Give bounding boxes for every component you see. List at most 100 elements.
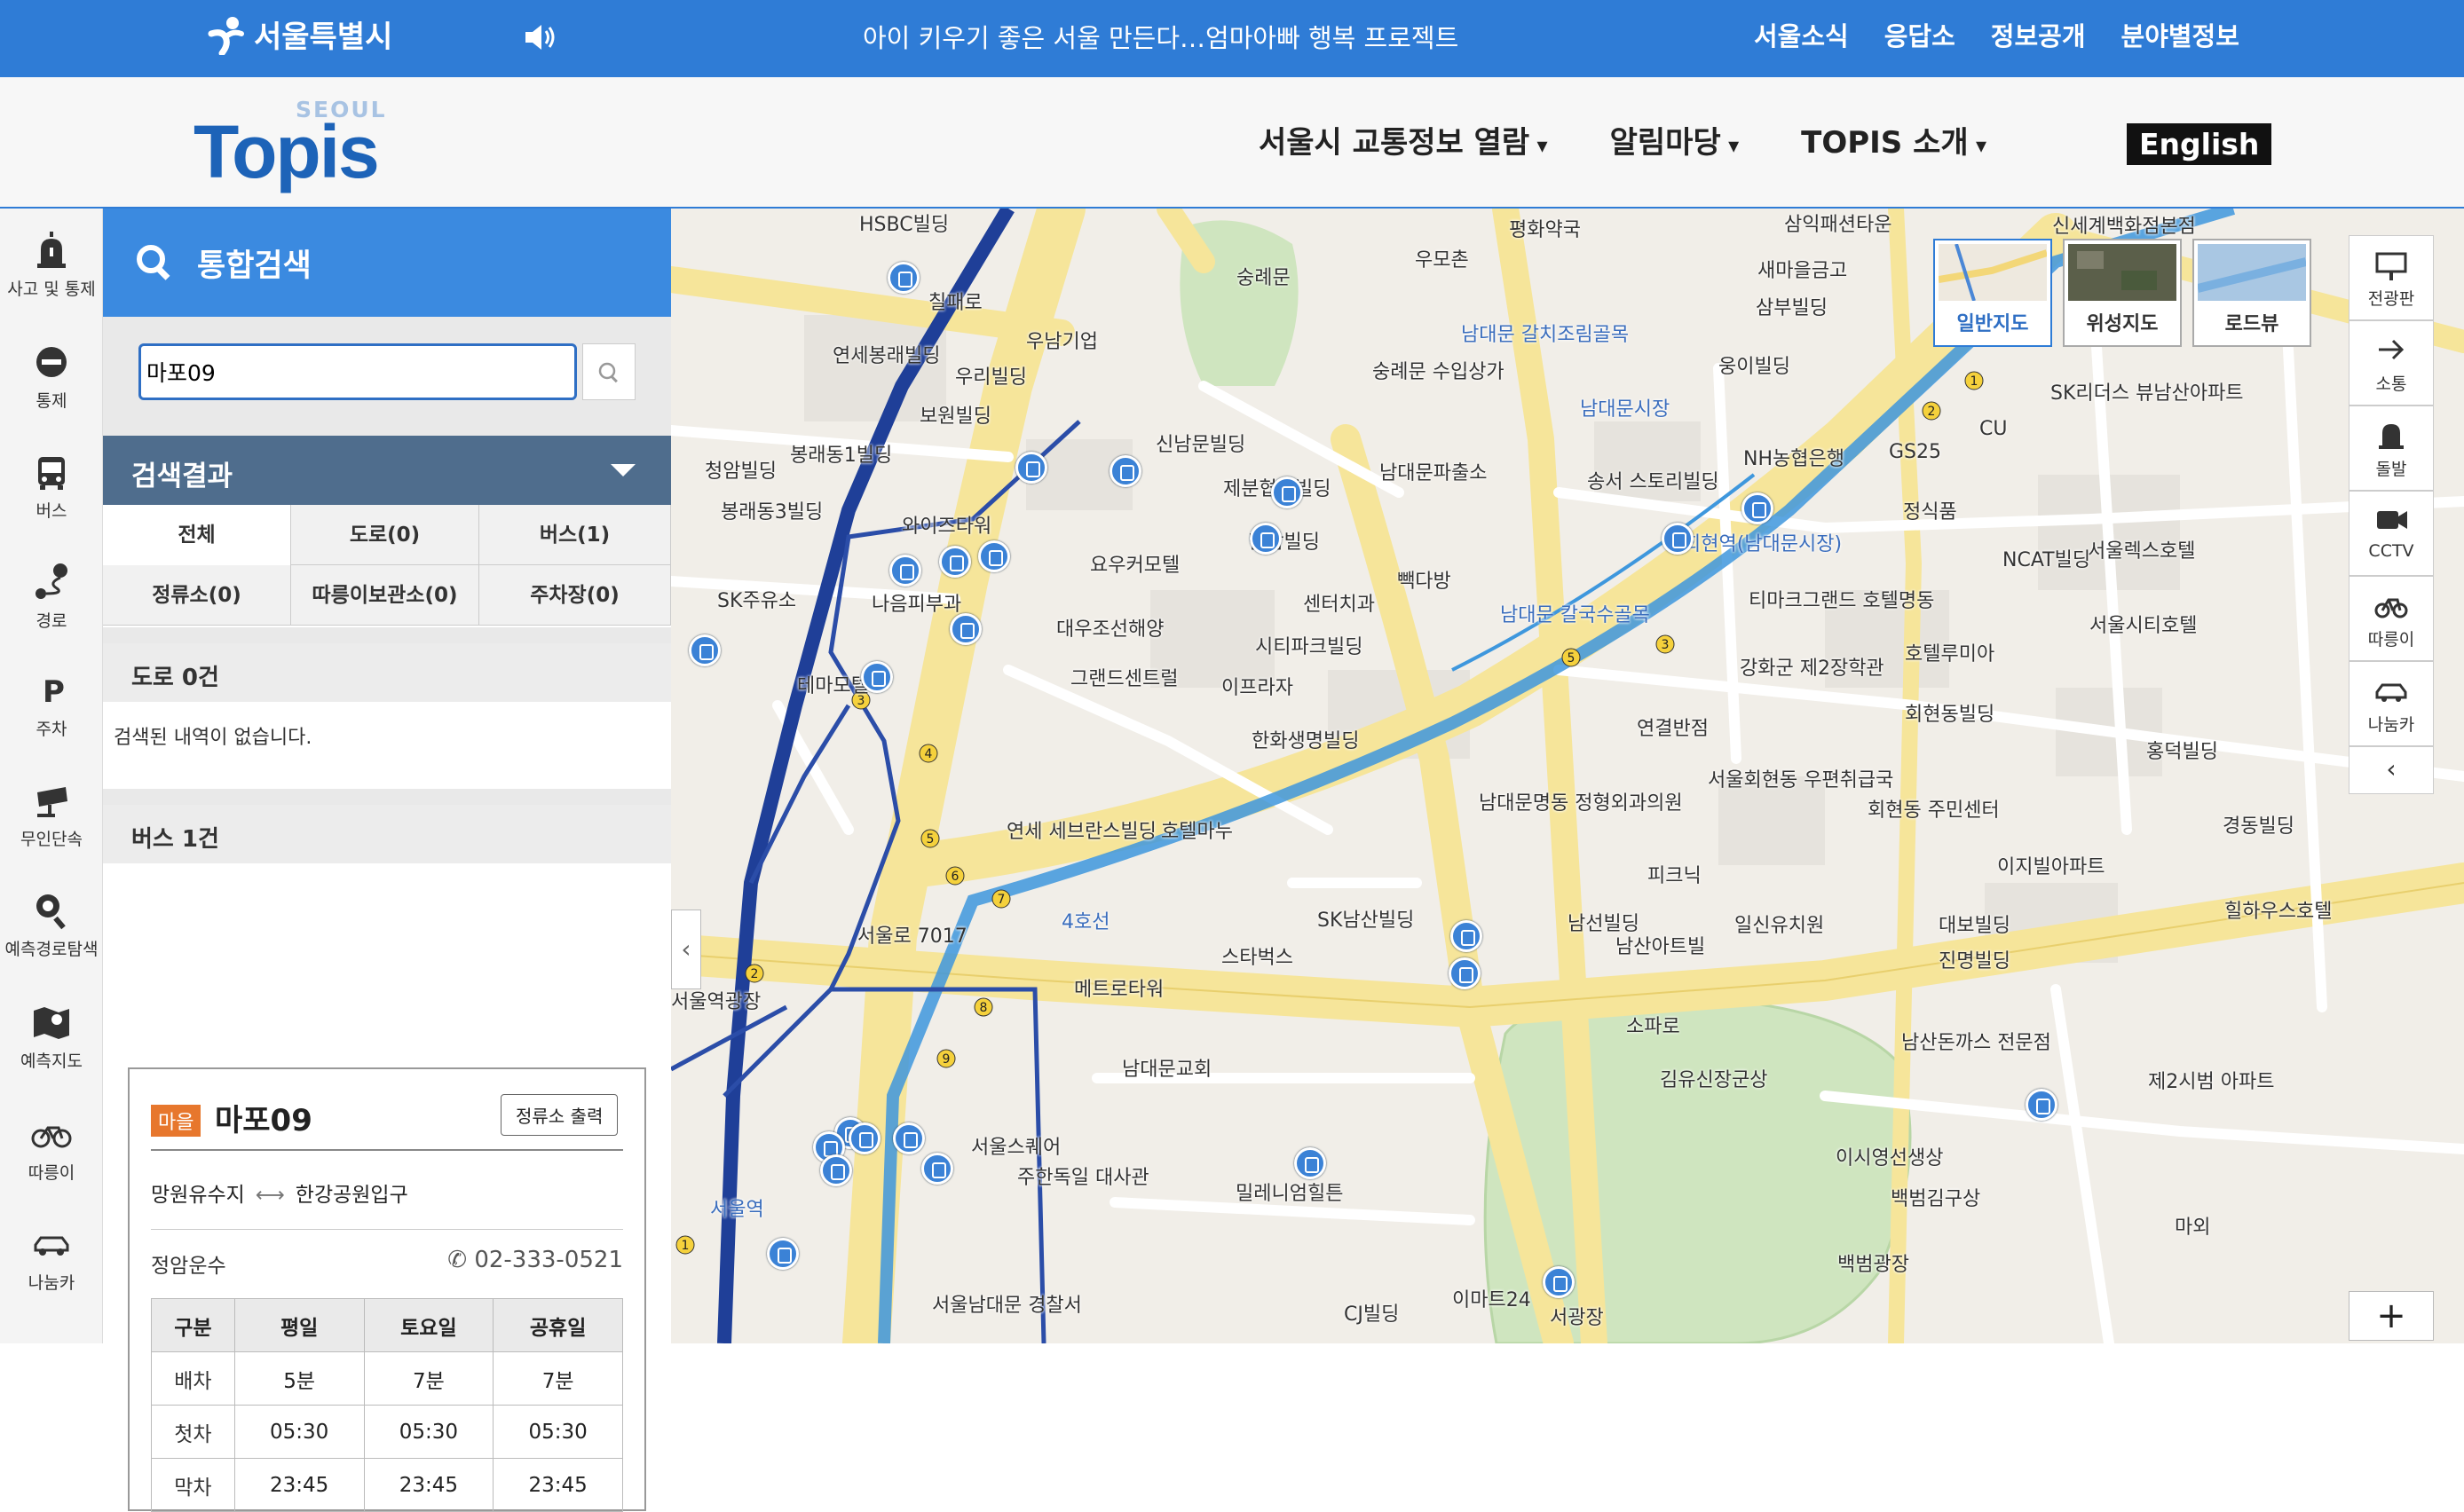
bus-stop-marker[interactable] (820, 1154, 852, 1186)
result-tabs: 전체 도로(0) 버스(1) 정류소(0) 따릉이보관소(0) 주차장(0) (103, 505, 671, 627)
seoul-city-logo[interactable]: 서울특별시 (206, 12, 392, 56)
bus-stop-marker[interactable] (939, 546, 971, 578)
category-sidebar: 사고 및 통제 통제 버스 경로 P 주차 무인단속 예측경로탐색 예측지도 따… (0, 209, 103, 1343)
bus-stop-marker[interactable] (1543, 1266, 1575, 1298)
bus-stop-marker[interactable] (921, 1153, 953, 1185)
sidebar-item-carshare[interactable]: 나눔카 (0, 1224, 103, 1294)
bus-stop-marker[interactable] (893, 1122, 925, 1154)
search-box (138, 343, 636, 400)
bus-result-card[interactable]: 마을 마포09 정류소 출력 망원유수지 ⟷ 한강공원입구 정암운수 ✆ 02-33… (128, 1067, 646, 1512)
menu-about[interactable]: TOPIS 소개 (1801, 118, 1986, 161)
map-label: 진명빌딩 (1939, 950, 2010, 973)
sidebar-item-control[interactable]: 통제 (0, 342, 103, 412)
bus-stop-marker[interactable] (1015, 452, 1047, 484)
map-label: 남대문시장 (1580, 398, 1670, 421)
speaker-icon[interactable] (522, 21, 559, 53)
search-pin-icon (36, 894, 66, 930)
sidebar-item-enforcement[interactable]: 무인단속 (0, 780, 103, 850)
bus-stop-marker[interactable] (1662, 523, 1694, 555)
map-label: 시티파크빌딩 (1255, 636, 1363, 658)
sidebar-item-bike[interactable]: 따릉이 (0, 1114, 103, 1184)
tab-bike-station[interactable]: 따릉이보관소(0) (291, 565, 479, 626)
map-label: 웅이빌딩 (1718, 356, 1790, 378)
menu-traffic-info[interactable]: 서울시 교통정보 열람 (1259, 118, 1548, 161)
tool-carshare[interactable]: 나눔카 (2349, 661, 2434, 746)
tool-cctv[interactable]: CCTV (2349, 491, 2434, 576)
sidebar-item-predict-map[interactable]: 예측지도 (0, 1002, 103, 1072)
bus-stop-marker[interactable] (689, 634, 721, 666)
map-type-roadview[interactable]: 로드뷰 (2192, 239, 2311, 347)
bus-stop-marker[interactable] (1294, 1147, 1326, 1179)
top-link-fields[interactable]: 분야별정보 (2121, 16, 2239, 53)
svg-text:4: 4 (925, 747, 933, 761)
bus-stop-marker[interactable] (978, 540, 1010, 572)
english-button[interactable]: English (2127, 123, 2272, 165)
news-ticker[interactable]: 아이 키우기 좋은 서울 만든다…엄마아빠 행복 프로젝트 (863, 18, 1458, 55)
map-label: 평화약국 (1509, 219, 1581, 241)
bus-stop-marker[interactable] (849, 1122, 881, 1154)
bus-section-header: 버스 1건 (103, 805, 671, 863)
map-label: 호텔마누 (1161, 821, 1233, 843)
tab-road[interactable]: 도로(0) (291, 505, 479, 565)
dropdown-triangle-icon (611, 464, 636, 476)
bus-number: 마포09 (215, 1103, 312, 1138)
map-label: 봉래동1빌딩 (790, 445, 893, 467)
table-row: 막차 23:45 23:45 23:45 (151, 1458, 623, 1512)
search-button[interactable] (582, 343, 636, 400)
sidebar-item-route[interactable]: 경로 (0, 562, 103, 632)
search-input[interactable] (138, 343, 577, 400)
tab-all[interactable]: 전체 (103, 505, 291, 565)
results-header[interactable]: 검색결과 (103, 436, 671, 505)
map-label: 연세 세브란스빌딩 (1007, 821, 1157, 843)
map-label: 대우조선해양 (1056, 618, 1165, 641)
tool-bike[interactable]: 따릉이 (2349, 576, 2434, 661)
bus-stop-marker[interactable] (889, 555, 921, 587)
top-link-news[interactable]: 서울소식 (1754, 16, 1849, 53)
standard-map-thumbnail-icon (1939, 244, 2047, 301)
bus-stop-marker[interactable] (2026, 1089, 2057, 1121)
print-stops-button[interactable]: 정류소 출력 (501, 1094, 619, 1136)
bus-stop-marker[interactable] (1450, 920, 1482, 952)
top-link-response[interactable]: 응답소 (1884, 16, 1955, 53)
bus-stop-marker[interactable] (1449, 957, 1481, 989)
bus-icon (38, 457, 65, 490)
tools-collapse-button[interactable]: ‹ (2349, 746, 2434, 794)
bus-stop-marker[interactable] (950, 613, 982, 645)
bus-stop-marker[interactable] (888, 262, 920, 294)
brand-name: Topis (193, 110, 380, 193)
sidebar-item-parking[interactable]: P 주차 (0, 670, 103, 740)
bus-stop-marker[interactable] (1271, 476, 1303, 508)
sidebar-item-incident[interactable]: 사고 및 통제 (0, 230, 103, 300)
map-label: 정식품 (1903, 501, 1957, 524)
top-link-info[interactable]: 정보공개 (1991, 16, 2086, 53)
map-label: 강화군 제2장학관 (1740, 658, 1884, 680)
bus-stop-marker[interactable] (861, 661, 893, 693)
bus-stop-marker[interactable] (1110, 455, 1141, 487)
tool-incident[interactable]: 돌발 (2349, 406, 2434, 491)
menu-notice[interactable]: 알림마당 (1610, 118, 1740, 161)
bus-stop-marker[interactable] (767, 1238, 799, 1270)
tool-traffic[interactable]: 소통 (2349, 320, 2434, 406)
road-empty-message: 검색된 내역이 없습니다. (103, 702, 671, 789)
map-label: 보원빌딩 (920, 406, 991, 428)
bus-phone: ✆ 02-333-0521 (447, 1247, 623, 1273)
topis-logo[interactable]: SEOUL Topis (193, 97, 412, 193)
tab-parking[interactable]: 주차장(0) (479, 565, 671, 626)
map-label: 피크닉 (1647, 865, 1702, 887)
signboard-icon (2375, 252, 2407, 280)
map-view[interactable]: 3 4 5 6 7 8 9 2 1 1 2 3 5 HSBC빌딩 숭례문 우모촌… (671, 209, 2464, 1343)
zoom-in-button[interactable]: + (2349, 1291, 2434, 1341)
map-type-standard[interactable]: 일반지도 (1933, 239, 2052, 347)
svg-text:8: 8 (980, 1001, 988, 1015)
video-camera-icon (2377, 511, 2407, 529)
map-type-satellite[interactable]: 위성지도 (2063, 239, 2182, 347)
bus-stop-marker[interactable] (1741, 492, 1773, 524)
sidebar-item-bus[interactable]: 버스 (0, 452, 103, 522)
map-label: 이지빌아파트 (1997, 856, 2105, 878)
panel-collapse-button[interactable]: ‹ (671, 910, 701, 989)
tab-bus[interactable]: 버스(1) (479, 505, 671, 565)
bus-stop-marker[interactable] (1250, 523, 1282, 555)
tab-stop[interactable]: 정류소(0) (103, 565, 291, 626)
sidebar-item-predict-route[interactable]: 예측경로탐색 (0, 890, 103, 960)
tool-vms[interactable]: 전광판 (2349, 235, 2434, 320)
